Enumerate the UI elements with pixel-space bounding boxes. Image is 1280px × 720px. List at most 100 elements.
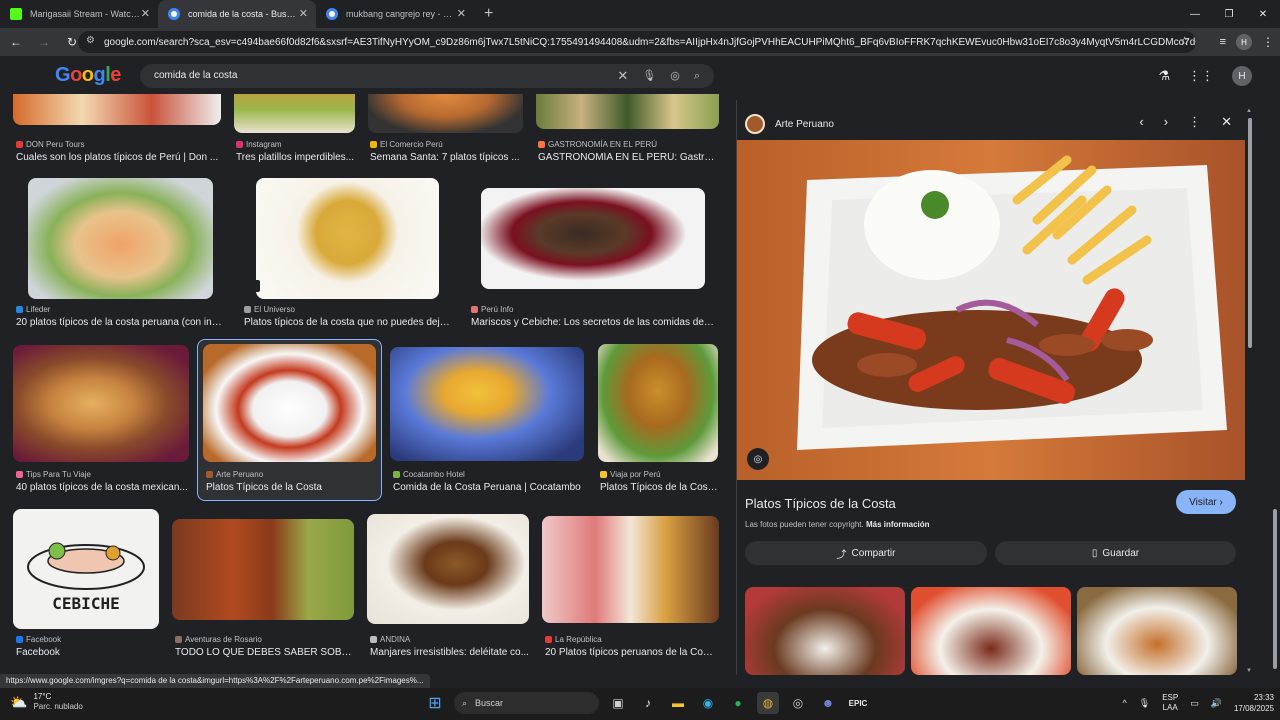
menu-kebab-icon[interactable]: ⋮ <box>1262 35 1274 49</box>
panel-scrollbar[interactable]: ▲ ▼ <box>1246 108 1254 674</box>
close-tab-icon[interactable]: ✕ <box>299 7 308 20</box>
search-input[interactable]: comida de la costa ✕ 🎙 ◎ ⌕ <box>140 64 714 88</box>
edge-icon[interactable]: ◉ <box>697 692 719 714</box>
apps-grid-icon[interactable]: ⋮⋮ <box>1188 68 1214 84</box>
clear-icon[interactable]: ✕ <box>617 64 628 88</box>
tray-chevron-icon[interactable]: ^ <box>1123 698 1127 708</box>
result-source[interactable]: El Comercio Perú <box>370 140 443 149</box>
scroll-up-icon[interactable]: ▲ <box>1246 108 1252 114</box>
result-caption[interactable]: Mariscos y Cebiche: Los secretos de las … <box>471 317 716 328</box>
result-source[interactable]: Facebook <box>16 635 61 644</box>
more-info-link[interactable]: Más información <box>866 520 930 529</box>
close-window-icon[interactable]: ✕ <box>1246 0 1280 28</box>
close-tab-icon[interactable]: ✕ <box>457 7 466 20</box>
result-caption[interactable]: Semana Santa: 7 platos típicos ... <box>370 152 520 163</box>
result-caption[interactable]: TODO LO QUE DEBES SABER SOBR... <box>175 647 355 658</box>
tab-marigasaii[interactable]: Marigasaii Stream - Watch Live ✕ <box>0 0 158 28</box>
result-image[interactable] <box>28 178 213 299</box>
weather-widget[interactable]: ⛅ 17°C Parc. nublado <box>10 692 83 712</box>
new-tab-button[interactable]: + <box>484 5 493 23</box>
minimize-icon[interactable]: — <box>1178 0 1212 28</box>
result-caption[interactable]: Platos Típicos de la Costa <box>206 482 376 493</box>
address-bar[interactable]: ⚙ google.com/search?sca_esv=c494bae66f0d… <box>78 31 1196 53</box>
result-image[interactable] <box>203 344 376 462</box>
result-source[interactable]: ANDINA <box>370 635 410 644</box>
result-image[interactable] <box>234 94 355 133</box>
result-source[interactable]: Lifeder <box>16 305 50 314</box>
tab-comida-costa[interactable]: comida de la costa - Buscar con Google ✕ <box>158 0 316 28</box>
task-view-icon[interactable]: ▣ <box>607 692 629 714</box>
result-source[interactable]: El Universo <box>244 305 295 314</box>
result-caption[interactable]: Platos Típicos de la Cost... <box>600 482 718 493</box>
result-image[interactable] <box>542 516 719 623</box>
result-caption[interactable]: 40 platos típicos de la costa mexican... <box>16 482 191 493</box>
result-source[interactable]: Aventuras de Rosario <box>175 635 262 644</box>
epic-games-icon[interactable]: EPIC <box>847 692 869 714</box>
share-button[interactable]: ⤴ Compartir <box>745 541 987 565</box>
back-icon[interactable]: ← <box>4 35 28 49</box>
google-logo[interactable]: Google <box>55 64 121 87</box>
save-button[interactable]: ▯ Guardar <box>995 541 1236 565</box>
result-image[interactable] <box>256 178 439 299</box>
result-caption[interactable]: Cuales son los platos típicos de Perú | … <box>16 152 221 163</box>
search-icon[interactable]: ⌕ <box>694 64 700 88</box>
site-info-icon[interactable]: ⚙ <box>86 35 95 46</box>
result-image[interactable] <box>390 347 584 461</box>
result-image[interactable] <box>172 519 354 620</box>
panel-source[interactable]: Arte Peruano <box>745 114 834 134</box>
lens-search-icon[interactable]: ◎ <box>747 448 769 470</box>
result-image[interactable] <box>536 94 719 129</box>
language-indicator[interactable]: ESP LAA <box>1162 693 1178 713</box>
result-image[interactable] <box>598 344 718 462</box>
maximize-icon[interactable]: ❐ <box>1212 0 1246 28</box>
spotify-icon[interactable]: ● <box>727 692 749 714</box>
result-image[interactable] <box>368 94 523 133</box>
result-image[interactable] <box>367 514 529 624</box>
account-avatar[interactable]: H <box>1232 66 1252 86</box>
result-source[interactable]: Tips Para Tu Viaje <box>16 470 91 479</box>
result-caption[interactable]: GASTRONOMÍA EN EL PERÚ: Gastro... <box>538 152 718 163</box>
tiktok-icon[interactable]: ♪ <box>637 692 659 714</box>
result-source[interactable]: DON Peru Tours <box>16 140 85 149</box>
related-image[interactable] <box>745 587 905 675</box>
profile-avatar[interactable]: H <box>1236 34 1252 50</box>
page-scrollbar[interactable] <box>1270 94 1280 674</box>
chevron-left-icon[interactable]: ‹ <box>1139 114 1143 130</box>
microphone-icon[interactable]: 🎙 <box>1139 698 1150 709</box>
result-image[interactable]: CEBICHE <box>13 509 159 629</box>
result-source[interactable]: La República <box>545 635 602 644</box>
result-caption[interactable]: Facebook <box>16 647 156 658</box>
network-icon[interactable]: ▭ <box>1190 698 1199 709</box>
result-caption[interactable]: Platos típicos de la costa que no puedes… <box>244 317 454 328</box>
related-image[interactable] <box>1077 587 1237 675</box>
taskbar-search[interactable]: ⌕ Buscar <box>454 692 599 714</box>
panel-scroll-thumb[interactable] <box>1248 118 1252 348</box>
more-kebab-icon[interactable]: ⋮ <box>1188 114 1201 130</box>
result-source[interactable]: Viaja por Perú <box>600 470 661 479</box>
lens-icon[interactable]: ◎ <box>670 64 680 88</box>
steam-icon[interactable]: ◎ <box>787 692 809 714</box>
labs-flask-icon[interactable]: ⚗ <box>1158 68 1170 84</box>
result-caption[interactable]: 20 Platos típicos peruanos de la Cost... <box>545 647 717 658</box>
bookmark-star-icon[interactable]: ☆ <box>1179 34 1190 48</box>
result-image[interactable] <box>13 345 189 462</box>
clock[interactable]: 23:33 17/08/2025 <box>1234 692 1274 714</box>
result-caption[interactable]: 20 platos típicos de la costa peruana (c… <box>16 317 226 328</box>
reading-list-icon[interactable]: ≡ <box>1220 36 1226 48</box>
microphone-icon[interactable]: 🎙 <box>642 64 656 88</box>
chevron-right-icon[interactable]: › <box>1164 114 1168 130</box>
result-source[interactable]: Cocatambo Hotel <box>393 470 465 479</box>
page-scroll-thumb[interactable] <box>1273 509 1277 669</box>
discord-icon[interactable]: ☻ <box>817 692 839 714</box>
preview-title[interactable]: Platos Típicos de la Costa <box>745 496 896 511</box>
result-source[interactable]: Perú Info <box>471 305 513 314</box>
chrome-icon[interactable]: ◍ <box>757 692 779 714</box>
result-source[interactable]: Arte Peruano <box>206 470 263 479</box>
result-caption[interactable]: Tres platillos imperdibles... <box>236 152 356 163</box>
close-icon[interactable]: ✕ <box>1221 114 1232 130</box>
result-source[interactable]: GASTRONOMÍA EN EL PERÚ <box>538 140 657 149</box>
windows-start-icon[interactable]: ⊞ <box>424 692 446 714</box>
tab-mukbang[interactable]: mukbang cangrejo rey - Buscar con Google… <box>316 0 474 28</box>
close-tab-icon[interactable]: ✕ <box>141 7 150 20</box>
related-image[interactable] <box>911 587 1071 675</box>
